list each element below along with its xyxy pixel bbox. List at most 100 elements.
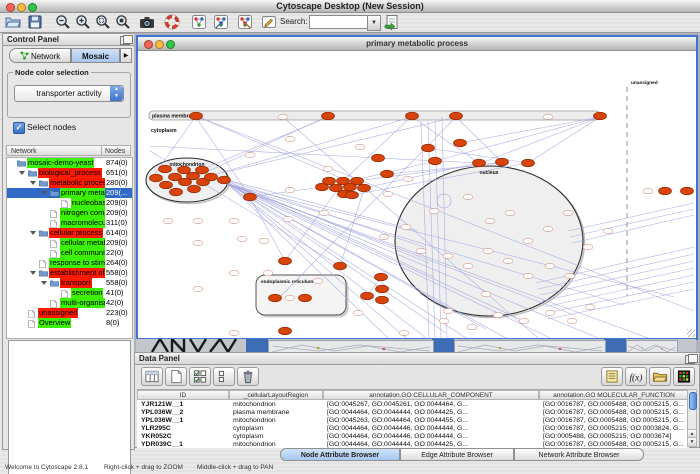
- tab-node-attribute-browser[interactable]: Node Attribute Browser: [280, 448, 400, 461]
- network-tree-row[interactable]: primary metabol209(...: [7, 188, 132, 198]
- graph-node[interactable]: [381, 170, 394, 178]
- zoom-selected-icon[interactable]: [95, 14, 111, 30]
- graph-node[interactable]: [279, 327, 292, 335]
- graph-node[interactable]: [450, 112, 463, 120]
- network-tree-row[interactable]: response to stimulu264(0): [7, 258, 132, 268]
- network-tree-row[interactable]: transport558(0): [7, 278, 132, 288]
- graph-node[interactable]: [375, 273, 388, 281]
- expand-arrow-icon[interactable]: [41, 281, 47, 285]
- table-cell[interactable]: mitochondrion: [229, 417, 323, 425]
- table-cell[interactable]: [GO:0016787, GO:0005488, GO:0005215, G..…: [539, 417, 689, 425]
- annotation-editor-icon[interactable]: [261, 14, 277, 30]
- column-header[interactable]: annotation.GO CELLULAR_COMPONENT: [323, 390, 539, 400]
- table-cell[interactable]: [GO:0016787, GO:0005215, GO:0003824, G..…: [539, 425, 689, 433]
- graph-node[interactable]: [322, 112, 335, 120]
- graph-node[interactable]: [519, 318, 529, 323]
- graph-node[interactable]: [244, 193, 257, 201]
- graph-node[interactable]: [285, 295, 295, 300]
- open-file-icon[interactable]: [5, 14, 21, 30]
- graph-node[interactable]: [383, 191, 393, 196]
- graph-node[interactable]: [429, 157, 442, 165]
- select-nodes-checkbox[interactable]: ✓: [13, 122, 25, 134]
- scrollbar-thumb[interactable]: [689, 392, 697, 410]
- graph-node[interactable]: [229, 270, 239, 275]
- network-tree-row[interactable]: biological_process651(0): [7, 168, 132, 178]
- network-tree-row[interactable]: mosaic-demo-yeast874(0): [7, 158, 132, 168]
- background-window[interactable]: [268, 340, 434, 352]
- attribute-editor-button[interactable]: [601, 367, 623, 386]
- network-tree-row[interactable]: Overview8(0): [7, 318, 132, 328]
- background-window-edge[interactable]: [246, 339, 268, 352]
- network-tree-row[interactable]: nucleobase-209(0): [7, 198, 132, 208]
- expand-arrow-icon[interactable]: [41, 191, 47, 195]
- float-panel-icon[interactable]: [120, 36, 130, 45]
- graph-node[interactable]: [463, 263, 473, 268]
- save-icon[interactable]: [27, 14, 43, 30]
- graph-node[interactable]: [545, 310, 555, 315]
- graph-node[interactable]: [406, 112, 419, 120]
- graph-node[interactable]: [178, 166, 191, 174]
- graph-node[interactable]: [351, 177, 364, 185]
- select-all-attributes-button[interactable]: [189, 367, 211, 386]
- search-input[interactable]: [309, 15, 368, 29]
- network-tree-row[interactable]: cell communicat22(0): [7, 248, 132, 258]
- graph-node[interactable]: [263, 270, 273, 275]
- graph-node[interactable]: [545, 263, 555, 268]
- background-windows-strip[interactable]: [136, 339, 696, 352]
- background-window-edge[interactable]: [432, 339, 454, 352]
- apply-layout-icon[interactable]: [191, 14, 207, 30]
- graph-node[interactable]: [372, 154, 385, 162]
- graph-node[interactable]: [439, 318, 449, 323]
- graph-node[interactable]: [496, 158, 509, 166]
- network-tree-row[interactable]: establishment of lo558(0): [7, 268, 132, 278]
- background-window-edge[interactable]: [604, 339, 626, 352]
- graph-node[interactable]: [565, 273, 575, 278]
- graph-node[interactable]: [585, 304, 595, 309]
- graph-node[interactable]: [583, 244, 593, 249]
- graph-node[interactable]: [187, 172, 200, 180]
- table-cell[interactable]: [GO:0044464, GO:0044446, GO:0044444, G..…: [323, 425, 539, 433]
- graph-node[interactable]: [416, 248, 426, 253]
- tree-col-nodes[interactable]: Nodes: [101, 145, 131, 156]
- graph-node[interactable]: [505, 210, 515, 215]
- graph-node[interactable]: [279, 257, 292, 265]
- graph-node[interactable]: [467, 324, 477, 329]
- graph-node[interactable]: [285, 187, 295, 192]
- table-cell[interactable]: [GO:0005488, GO:0005215, GO:0003674]: [539, 433, 689, 441]
- network-tree-row[interactable]: nitrogen compo209(0): [7, 208, 132, 218]
- graph-node[interactable]: [229, 218, 239, 223]
- graph-node[interactable]: [443, 253, 453, 258]
- network-tree-row[interactable]: cellular process614(0): [7, 228, 132, 238]
- table-cell[interactable]: YKR052C: [137, 433, 229, 441]
- table-cell[interactable]: mitochondrion: [229, 441, 323, 448]
- graph-node[interactable]: [355, 144, 365, 149]
- window-titlebar[interactable]: Cytoscape Desktop (New Session): [0, 0, 700, 13]
- graph-node[interactable]: [422, 144, 435, 152]
- graph-node[interactable]: [567, 318, 577, 323]
- graph-node[interactable]: [361, 292, 374, 300]
- network-tree-row[interactable]: unassigned223(0): [7, 308, 132, 318]
- snapshot-icon[interactable]: [139, 14, 155, 30]
- graph-node[interactable]: [323, 166, 333, 171]
- graph-node[interactable]: [196, 166, 209, 174]
- graph-node[interactable]: [319, 210, 329, 215]
- scroll-down-icon[interactable]: ▼: [688, 437, 696, 446]
- graph-node[interactable]: [523, 238, 533, 243]
- tree-col-network[interactable]: Network: [6, 145, 102, 156]
- graph-node[interactable]: [429, 208, 439, 213]
- help-icon[interactable]: [164, 14, 180, 30]
- table-cell[interactable]: YLR295C: [137, 425, 229, 433]
- network-tree-row[interactable]: metabolic process280(0): [7, 178, 132, 188]
- resize-grip-icon[interactable]: [687, 329, 695, 337]
- graph-node[interactable]: [401, 224, 411, 229]
- table-cell[interactable]: [GO:0016787, GO:0005488, GO:0005215, G..…: [539, 401, 689, 409]
- graph-node[interactable]: [299, 294, 312, 302]
- create-attribute-button[interactable]: [165, 367, 187, 386]
- graph-node[interactable]: [205, 173, 218, 181]
- node-color-dropdown[interactable]: transporter activity ▲▼: [14, 85, 124, 102]
- graph-node[interactable]: [285, 136, 295, 141]
- import-table-icon[interactable]: [384, 14, 400, 30]
- graph-node[interactable]: [543, 226, 553, 231]
- graph-node[interactable]: [483, 248, 493, 253]
- delete-attribute-button[interactable]: [237, 367, 259, 386]
